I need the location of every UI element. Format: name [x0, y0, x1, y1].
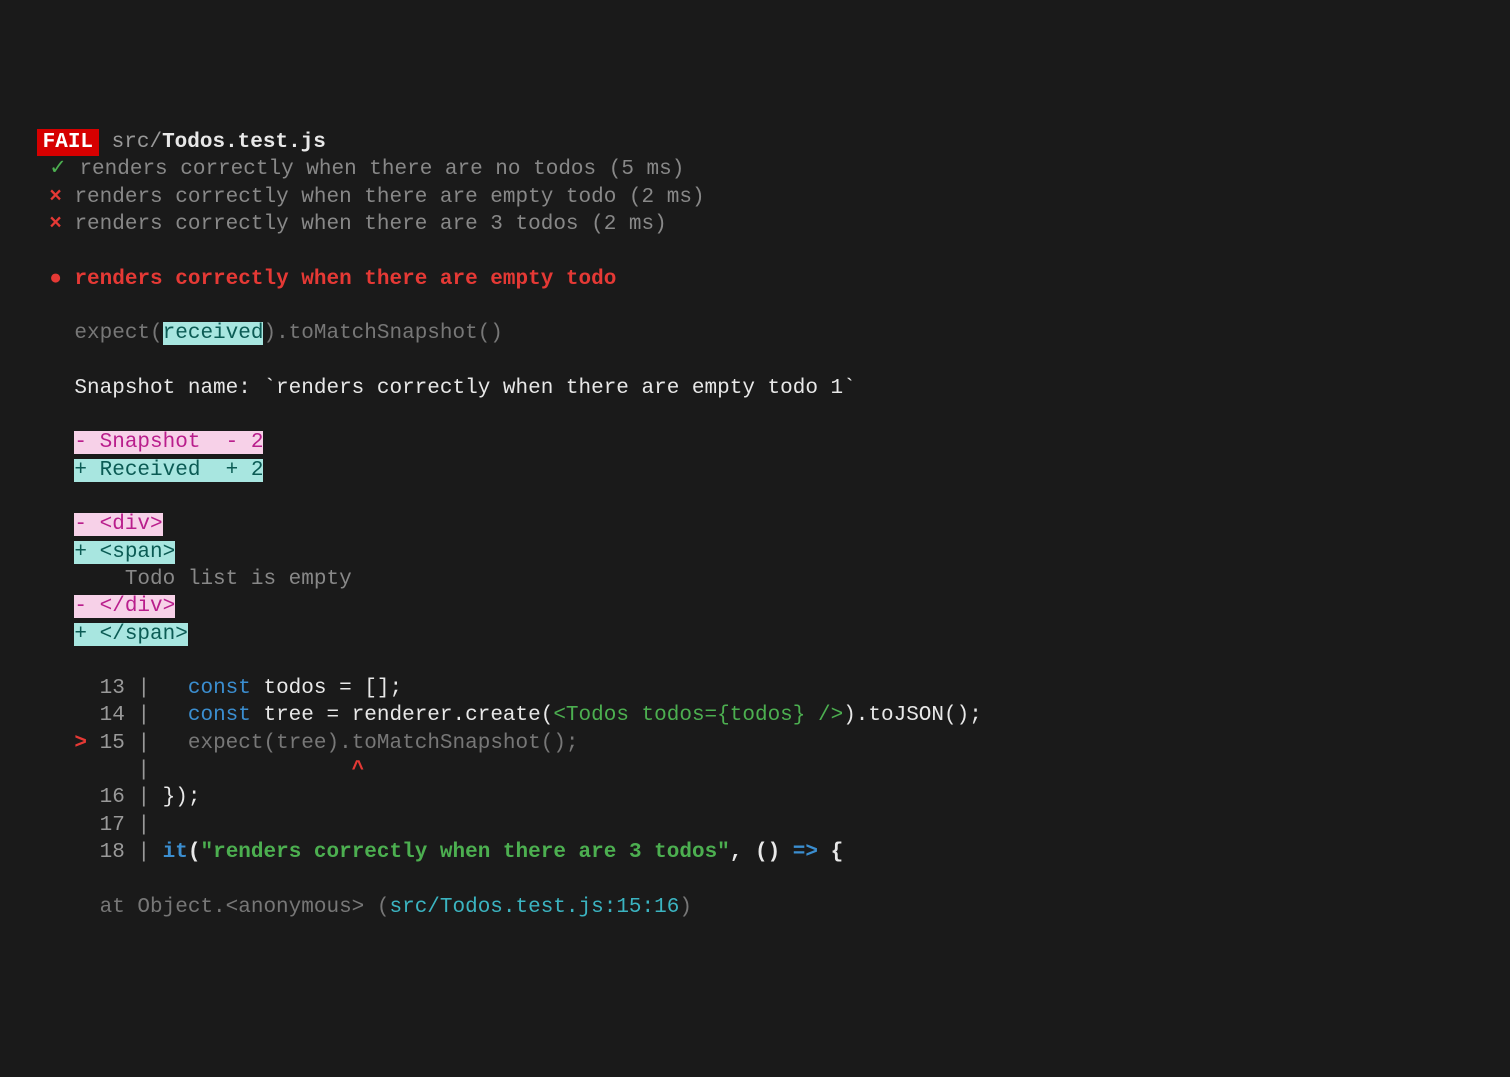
- string-literal: "renders correctly when there are 3 todo…: [200, 841, 729, 864]
- code-text: ).toJSON();: [843, 704, 982, 727]
- header-line: FAIL src/Todos.test.js: [24, 131, 326, 154]
- fail-badge: FAIL: [37, 129, 99, 156]
- failure-header: ● renders correctly when there are empty…: [24, 268, 616, 291]
- diff-header-plus: + Received + 2: [24, 459, 263, 482]
- keyword: it: [163, 841, 188, 864]
- failure-title: renders correctly when there are empty t…: [74, 268, 616, 291]
- test-label: renders correctly when there are empty t…: [74, 186, 704, 209]
- diff-line: + <span>: [24, 541, 175, 564]
- diff-plus: + </span>: [74, 623, 187, 646]
- diff-minus: - <div>: [74, 513, 162, 536]
- diff-context: Todo list is empty: [74, 568, 351, 591]
- snapshot-name-value: `renders correctly when there are empty …: [263, 377, 855, 400]
- diff-line: + </span>: [24, 623, 188, 646]
- diff-line: Todo list is empty: [24, 568, 352, 591]
- snapshot-name-line: Snapshot name: `renders correctly when t…: [24, 377, 856, 400]
- code-text: , (): [730, 841, 793, 864]
- caret-icon: ^: [352, 759, 365, 782]
- line-number: 16: [100, 786, 125, 809]
- code-line-14: 14 | const tree = renderer.create(<Todos…: [24, 704, 982, 727]
- stack-prefix: at Object.<anonymous> (: [100, 896, 390, 919]
- error-pointer-icon: >: [74, 732, 87, 755]
- code-text: todos = [];: [251, 677, 402, 700]
- terminal-output: FAIL src/Todos.test.js ✓ renders correct…: [24, 129, 1486, 921]
- bullet-icon: ●: [49, 268, 62, 291]
- diff-minus: - </div>: [74, 595, 175, 618]
- code-caret-line: | ^: [24, 759, 364, 782]
- line-number: 14: [100, 704, 125, 727]
- test-label: renders correctly when there are no todo…: [79, 158, 684, 181]
- expect-line: expect(received).toMatchSnapshot(): [24, 322, 503, 345]
- file-path-name: Todos.test.js: [162, 131, 326, 154]
- code-text: {: [818, 841, 843, 864]
- code-text: expect(tree).toMatchSnapshot();: [188, 732, 579, 755]
- diff-line: - </div>: [24, 595, 175, 618]
- diff-header-minus: - Snapshot - 2: [24, 431, 263, 454]
- snapshot-name-label: Snapshot name:: [74, 377, 263, 400]
- code-line-13: 13 | const todos = [];: [24, 677, 402, 700]
- line-number: 17: [100, 814, 125, 837]
- stack-file-link[interactable]: src/Todos.test.js:15:16: [389, 896, 679, 919]
- line-number: 15: [100, 732, 125, 755]
- code-text: });: [163, 786, 201, 809]
- arrow: =>: [793, 841, 818, 864]
- test-row-2: × renders correctly when there are empty…: [24, 186, 705, 209]
- code-text: (: [188, 841, 201, 864]
- code-text: tree = renderer.create(: [251, 704, 553, 727]
- jsx-tag: <Todos todos={todos} />: [553, 704, 843, 727]
- test-row-3: × renders correctly when there are 3 tod…: [24, 213, 667, 236]
- received-highlight: received: [163, 322, 264, 345]
- diff-line: - <div>: [24, 513, 163, 536]
- received-plus-count: + Received + 2: [74, 459, 263, 482]
- keyword: const: [188, 704, 251, 727]
- diff-plus: + <span>: [74, 541, 175, 564]
- test-label: renders correctly when there are 3 todos…: [74, 213, 666, 236]
- keyword: const: [188, 677, 251, 700]
- expect-prefix: expect(: [74, 322, 162, 345]
- code-line-15: > 15 | expect(tree).toMatchSnapshot();: [24, 732, 579, 755]
- cross-icon: ×: [49, 213, 62, 236]
- stack-trace-line: at Object.<anonymous> (src/Todos.test.js…: [24, 896, 692, 919]
- code-line-17: 17 |: [24, 814, 150, 837]
- line-number: 13: [100, 677, 125, 700]
- test-row-1: ✓ renders correctly when there are no to…: [24, 158, 684, 181]
- snapshot-minus-count: - Snapshot - 2: [74, 431, 263, 454]
- code-line-16: 16 | });: [24, 786, 200, 809]
- expect-suffix: ).toMatchSnapshot(): [263, 322, 502, 345]
- stack-suffix: ): [679, 896, 692, 919]
- file-path-dir: src/: [112, 131, 162, 154]
- check-icon: ✓: [49, 158, 67, 181]
- line-number: 18: [100, 841, 125, 864]
- code-line-18: 18 | it("renders correctly when there ar…: [24, 841, 843, 864]
- cross-icon: ×: [49, 186, 62, 209]
